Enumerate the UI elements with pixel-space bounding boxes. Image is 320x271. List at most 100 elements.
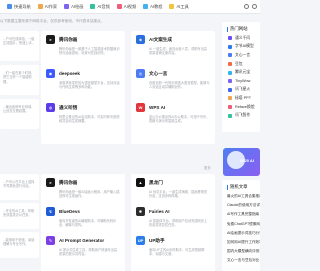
tool-card-header: ↯ BlueDevs xyxy=(41,203,125,216)
random-articles-title-text: 随机文章 xyxy=(230,184,248,189)
tool-card-partial[interactable]: ...能够用于检索、阅读理解与专业写作。 xyxy=(0,232,39,258)
tool-logo-icon: ↯ xyxy=(46,207,55,216)
tool-card-title: 文心一言 xyxy=(149,70,168,76)
site-icon xyxy=(228,87,232,92)
tool-card-partial[interactable]: ...们一起在某个时刻，把它当作一个智能助理。 xyxy=(0,65,39,95)
nav-item[interactable]: AI绘画 xyxy=(64,4,83,10)
hot-sites-title: 热门网站 xyxy=(222,22,260,32)
user-icon[interactable] xyxy=(252,4,257,9)
hot-site-link[interactable]: 通义千问 xyxy=(228,34,260,43)
more-link[interactable]: 更多 xyxy=(204,165,211,170)
hot-site-link[interactable]: 字节AI模型 xyxy=(228,43,260,52)
page-subheader: 以下数据主要来源于网络平台，仅供参考使用，不代表本站观点。 xyxy=(0,19,105,23)
hot-site-label: 讯飞智作 xyxy=(235,113,251,118)
tool-card-partial-description: ...专业的AI工具，帮助完成各类办公任务。 xyxy=(3,209,35,218)
article-link[interactable]: 国内大模型横向评测 xyxy=(227,247,260,256)
tool-card-header: ▲ 黑龙门 xyxy=(131,174,215,187)
tool-card-header: ◍ 通义听悟 xyxy=(41,99,125,112)
site-icon xyxy=(228,44,232,49)
tool-card-title: 黑龙门 xyxy=(149,179,163,185)
tool-card-description: 腾讯你画是一款AI绘画小程序，用户输入描述即可生成画作。 xyxy=(59,190,120,199)
article-link[interactable]: 免费ChatGPT镜像网站大全 xyxy=(227,220,260,229)
nav-item-label: AI教程 xyxy=(150,3,163,9)
tool-card-header: e 腾讯你画 xyxy=(41,174,125,187)
article-link[interactable]: AI绘画提示词技巧分享 xyxy=(227,229,260,238)
tool-card[interactable]: UP UP助手面向UP主的AI创作助手，可生成视频脚本、标题与文案。 xyxy=(131,232,215,271)
tool-card-header: ◉ deepseek xyxy=(41,65,125,78)
tool-logo-icon: ◍ xyxy=(46,103,55,112)
nav-item[interactable]: AI视频 xyxy=(116,4,136,10)
site-icon xyxy=(228,70,232,75)
tool-card-description: AI 提示词生成工具，帮助用户快速写出高质量的提示词内容。 xyxy=(59,248,118,257)
nav-item[interactable]: AI音频 xyxy=(90,3,110,10)
hot-site-link[interactable]: 讯飞智作 xyxy=(228,111,260,120)
tool-card-header: ✺ Fairies AI xyxy=(131,203,215,216)
nav-item-icon xyxy=(64,4,70,9)
tool-card-header: ◎ 文心一言 xyxy=(131,65,215,78)
tool-card-header: UP UP助手 xyxy=(131,232,215,245)
tool-card-partial-description: ...户可在线体验，一键生成图片，快速上手。 xyxy=(3,37,35,46)
nav-item-icon xyxy=(37,4,43,9)
article-link[interactable]: 最火的AI工具合集推荐 xyxy=(227,192,260,201)
promo-banner[interactable]: 2025 AI xyxy=(223,148,260,176)
tool-card-title: AI文案生成 xyxy=(149,36,172,42)
tool-card-description: 阿里云推出的AI会议助手，可实时转写音视频并自动生成摘要。 xyxy=(59,115,120,124)
tool-card-title: Fairies AI xyxy=(149,209,170,214)
nav-item-icon xyxy=(7,4,12,9)
hot-site-link[interactable]: 文心一言 xyxy=(228,51,260,60)
article-link[interactable]: 文心一言与豆包对比 xyxy=(227,256,260,265)
tool-card[interactable]: W WPS AI 金山办公推出的AI办公助手，可用于写作、表格与演示的智能生成。 xyxy=(131,99,215,144)
tool-card[interactable]: ✎ AI Prompt Generator AI 提示词生成工具，帮助用户快速写出高… xyxy=(41,232,125,271)
search-icon[interactable] xyxy=(244,4,249,9)
tool-card-partial[interactable]: ...户可以在平台上选择不同角色进行对话。 xyxy=(0,174,39,200)
hot-sites-list: 通义千问 字节AI模型 文心一言 豆包 腾讯元宝 TinyWow 讯飞星火 秘塔 PPT Ref… xyxy=(222,32,260,120)
hot-site-link[interactable]: 秘塔 PPT xyxy=(228,94,260,103)
hot-site-link[interactable]: 腾讯元宝 xyxy=(228,68,260,77)
tool-card-partial[interactable]: ...专业的AI工具，帮助完成各类办公任务。 xyxy=(0,203,39,229)
nav-item-label: AI绘画 xyxy=(71,3,84,9)
tool-card-header: e 腾讯你画 xyxy=(41,31,125,44)
tool-card-description: 面向UP主的AI创作助手，可生成视频脚本、标题与文案。 xyxy=(149,248,205,257)
tool-card-title: UP助手 xyxy=(149,237,165,243)
nav-item-icon xyxy=(143,4,149,9)
nav-item[interactable]: 快速导航 xyxy=(7,4,31,10)
hot-site-link[interactable]: TinyWow xyxy=(228,77,260,86)
tool-card-partial[interactable]: ...输出各种专业领域，让创意无限延展。 xyxy=(0,99,39,129)
nav-item-icon xyxy=(169,4,175,9)
site-icon xyxy=(228,96,232,101)
tool-logo-icon: ✎ xyxy=(46,236,55,245)
nav-item[interactable]: AI工具 xyxy=(169,4,189,10)
nav-item-label: AI音频 xyxy=(97,3,110,9)
tool-card-description: 面向开发者的AI编程助手，可辅助代码补全、解释与重构。 xyxy=(59,219,117,228)
hot-site-link[interactable]: 豆包 xyxy=(228,60,260,69)
nav-item-label: AI作家 xyxy=(44,3,58,9)
site-icon xyxy=(228,53,232,58)
article-link[interactable]: 如何用AI提升工作效率 xyxy=(227,238,260,247)
tool-card-partial-description: ...户可以在平台上选择不同角色进行对话。 xyxy=(3,180,35,189)
tool-card-title: 通义听悟 xyxy=(59,104,78,110)
site-icon xyxy=(228,79,232,84)
tool-card-description: 深度求索发布的大语言模型平台，支持对话与代码生成等多种功能。 xyxy=(59,81,120,90)
tool-logo-icon: UP xyxy=(136,236,145,245)
promo-text: 2025 AI xyxy=(240,158,254,163)
hot-sites-title-text: 热门网站 xyxy=(230,26,248,31)
tool-logo-icon: ◈ xyxy=(136,35,145,44)
tool-card-partial[interactable]: ...户可在线体验，一键生成图片，快速上手。 xyxy=(0,31,39,61)
tool-logo-icon: e xyxy=(46,35,55,44)
hot-site-link[interactable]: 讯飞星火 xyxy=(228,86,260,95)
hot-site-label: TinyWow xyxy=(235,79,251,84)
tool-card-header: ✎ AI Prompt Generator xyxy=(41,232,125,245)
nav-item-icon xyxy=(116,4,122,9)
random-articles-title: 随机文章 xyxy=(222,180,260,190)
nav-item[interactable]: AI教程 xyxy=(143,4,162,10)
article-link[interactable]: Claude的使用方法详解 xyxy=(227,201,260,210)
site-icon xyxy=(228,105,232,110)
random-articles-panel: 随机文章 最火的AI工具合集推荐 Claude的使用方法详解 AI写作工具完整指南免… xyxy=(222,180,260,271)
tool-card[interactable]: ◍ 通义听悟阿里云推出的AI会议助手，可实时转写音视频并自动生成摘要。 xyxy=(41,99,125,144)
tool-card-header: W WPS AI xyxy=(131,99,215,112)
tool-card-title: BlueDevs xyxy=(59,209,80,214)
article-link[interactable]: AI写作工具完整指南 xyxy=(227,210,260,219)
hot-site-label: Reface换脸 xyxy=(235,104,255,109)
nav-item[interactable]: AI作家 xyxy=(37,3,58,10)
hot-site-link[interactable]: Reface换脸 xyxy=(228,103,260,112)
